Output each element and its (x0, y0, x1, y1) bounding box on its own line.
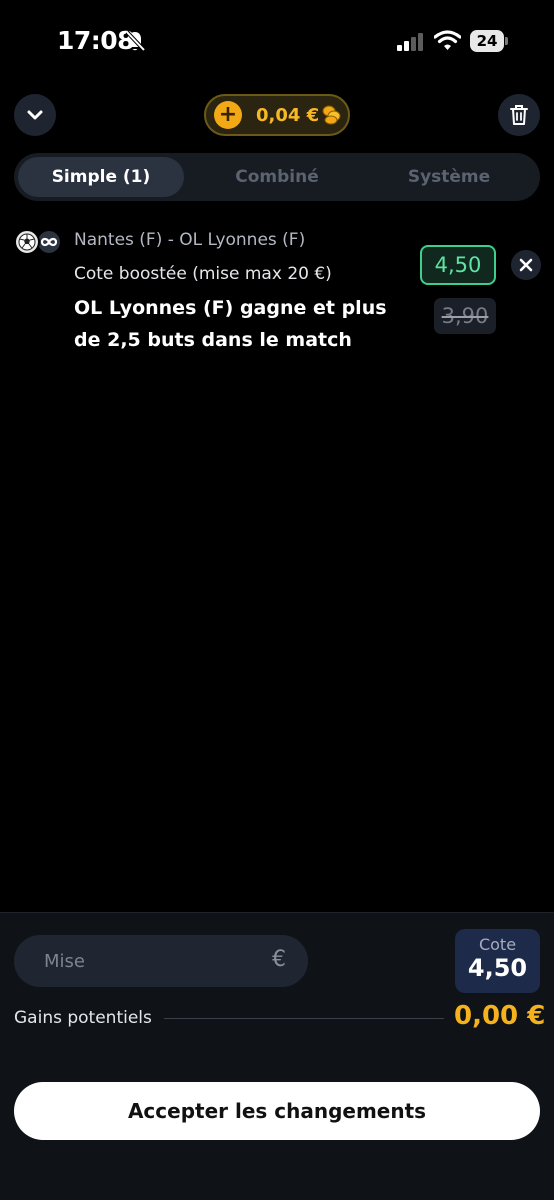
tab-simple[interactable]: Simple (1) (18, 157, 184, 197)
battery-level: 24 (470, 30, 504, 52)
coins-icon (322, 105, 341, 125)
sport-icons (14, 229, 64, 255)
remove-bet-button[interactable] (511, 250, 541, 280)
wifi-icon (434, 30, 461, 50)
chevron-down-icon (27, 110, 43, 120)
status-time: 17:08 (57, 26, 135, 55)
tab-systeme[interactable]: Système (364, 157, 534, 197)
football-icon (14, 229, 40, 255)
bet-selection: OL Lyonnes (F) gagne et plus de 2,5 buts… (74, 297, 387, 351)
odd-boosted: 4,50 (420, 245, 496, 285)
tab-combine[interactable]: Combiné (194, 157, 360, 197)
clear-slip-button[interactable] (498, 94, 540, 136)
close-icon (519, 258, 533, 272)
bell-slash-icon (125, 30, 145, 52)
match-name: Nantes (F) - OL Lyonnes (F) (74, 230, 306, 250)
currency-symbol: € (272, 947, 286, 972)
cote-value: 4,50 (467, 954, 528, 982)
bet-slip-screen: 17:08 24 + 0,04 € Simple (1) Combiné Sys… (0, 0, 554, 1200)
signal-icon (397, 33, 423, 51)
trash-icon (510, 105, 528, 125)
accept-changes-button[interactable]: Accepter les changements (14, 1082, 540, 1140)
potential-gains-value: 0,00 € (454, 1001, 546, 1031)
battery-tip (505, 37, 508, 45)
bet-type-tabs: Simple (1) Combiné Système (14, 153, 540, 201)
status-bar: 17:08 24 (0, 0, 554, 84)
bet-slip-footer: € Cote 4,50 Gains potentiels 0,00 € Acce… (0, 912, 554, 1200)
potential-gains-label: Gains potentiels (14, 1008, 152, 1028)
gains-divider (164, 1018, 444, 1019)
plus-coin-icon[interactable]: + (214, 101, 242, 129)
battery-icon: 24 (470, 30, 508, 52)
stake-input[interactable] (14, 935, 308, 987)
collapse-button[interactable] (14, 94, 56, 136)
cote-label: Cote (478, 935, 517, 954)
total-odds-box: Cote 4,50 (455, 929, 540, 993)
balance-amount: 0,04 € (256, 104, 320, 126)
balance-pill[interactable]: + 0,04 € (204, 94, 350, 136)
boost-label: Cote boostée (mise max 20 €) (74, 264, 332, 284)
odd-original: 3,90 (434, 298, 496, 334)
